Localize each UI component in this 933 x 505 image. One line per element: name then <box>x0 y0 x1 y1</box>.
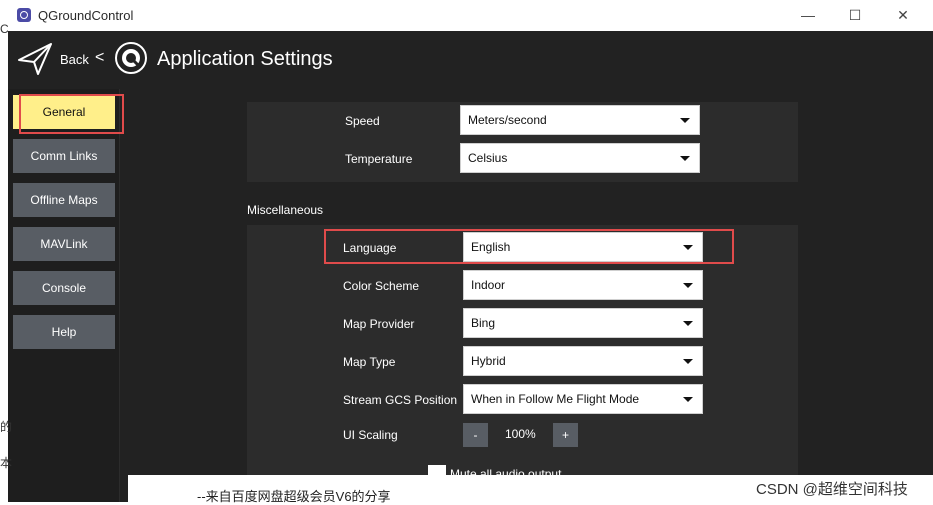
stream-gcs-position-label: Stream GCS Position <box>343 393 458 407</box>
window-titlebar: QGroundControl — ☐ ✕ <box>8 0 933 31</box>
qgc-logo-icon <box>115 42 147 74</box>
caret-down-icon <box>683 359 693 364</box>
left-margin-text: 的 <box>0 420 13 434</box>
left-page-strip: 的 本 <box>0 372 12 502</box>
sidebar-item-offline-maps[interactable]: Offline Maps <box>13 183 115 217</box>
ui-scaling-label: UI Scaling <box>343 428 398 442</box>
chevron-left-icon: < <box>95 49 105 66</box>
settings-sidebar: General Comm Links Offline Maps MAVLink … <box>8 89 120 502</box>
ui-scaling-value: 100% <box>505 427 536 441</box>
speed-value: Meters/second <box>468 113 547 127</box>
stream-gcs-position-value: When in Follow Me Flight Mode <box>471 392 640 406</box>
minimize-button[interactable]: — <box>798 6 818 24</box>
map-type-dropdown[interactable]: Hybrid <box>463 346 703 376</box>
color-scheme-label: Color Scheme <box>343 279 420 293</box>
sidebar-item-comm-links[interactable]: Comm Links <box>13 139 115 173</box>
general-highlight-box <box>19 94 124 134</box>
temperature-dropdown[interactable]: Celsius <box>460 143 700 173</box>
ui-scaling-decrease-button[interactable]: - <box>463 423 488 447</box>
map-provider-value: Bing <box>471 316 496 330</box>
temperature-value: Celsius <box>468 151 508 165</box>
page-title: Application Settings <box>157 48 333 70</box>
map-provider-dropdown[interactable]: Bing <box>463 308 703 338</box>
speed-dropdown[interactable]: Meters/second <box>460 105 700 135</box>
close-button[interactable]: ✕ <box>893 6 913 24</box>
left-margin-text: 本 <box>0 456 13 470</box>
color-scheme-dropdown[interactable]: Indoor <box>463 270 703 300</box>
temperature-label: Temperature <box>345 152 413 166</box>
language-highlight-box <box>324 229 734 264</box>
back-button[interactable]: Back <box>60 52 89 67</box>
map-type-label: Map Type <box>343 355 396 369</box>
stream-gcs-position-dropdown[interactable]: When in Follow Me Flight Mode <box>463 384 703 414</box>
color-scheme-value: Indoor <box>471 278 506 292</box>
csdn-watermark: CSDN @超维空间科技 <box>756 481 908 498</box>
ui-scaling-increase-button[interactable]: + <box>553 423 578 447</box>
settings-toolbar: Back < Application Settings <box>8 31 933 89</box>
caret-down-icon <box>683 283 693 288</box>
misc-section-title: Miscellaneous <box>247 203 324 217</box>
sidebar-item-console[interactable]: Console <box>13 271 115 305</box>
map-provider-label: Map Provider <box>343 317 415 331</box>
qgc-app-icon <box>17 8 31 22</box>
share-note-text: --来自百度网盘超级会员V6的分享 <box>197 489 391 504</box>
sidebar-item-help[interactable]: Help <box>13 315 115 349</box>
caret-down-icon <box>680 156 690 161</box>
speed-label: Speed <box>345 114 380 128</box>
caret-down-icon <box>683 321 693 326</box>
qgc-window: QGroundControl — ☐ ✕ Back < Application … <box>8 0 933 502</box>
paper-plane-icon[interactable] <box>16 40 54 78</box>
caret-down-icon <box>680 118 690 123</box>
window-title: QGroundControl <box>38 8 134 23</box>
caret-down-icon <box>683 397 693 402</box>
map-type-value: Hybrid <box>471 354 506 368</box>
maximize-button[interactable]: ☐ <box>845 6 865 24</box>
sidebar-item-mavlink[interactable]: MAVLink <box>13 227 115 261</box>
